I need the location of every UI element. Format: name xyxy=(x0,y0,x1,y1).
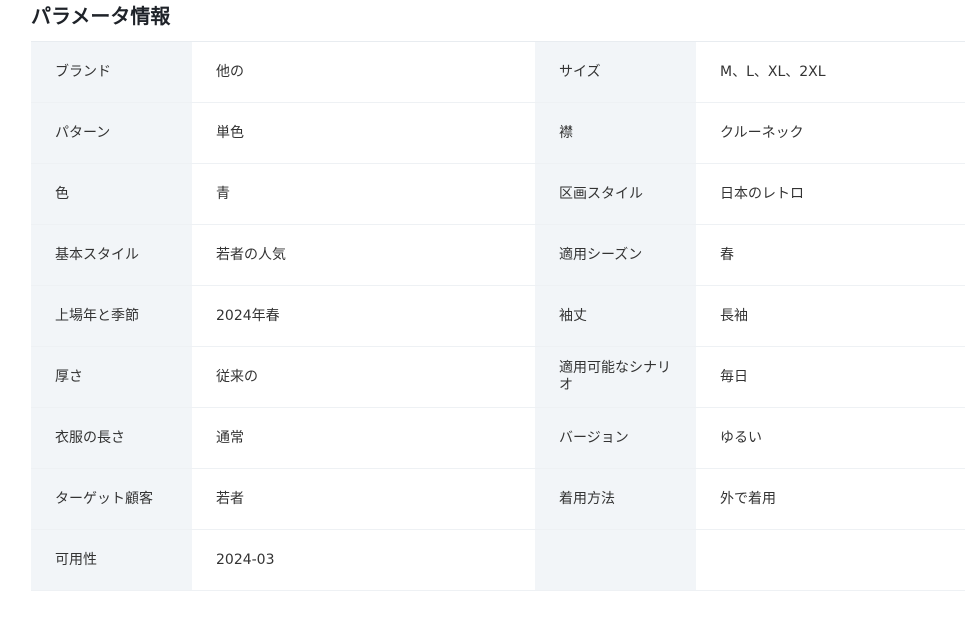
param-value: 従来の xyxy=(192,347,535,407)
param-value: 通常 xyxy=(192,408,535,468)
table-row: ターゲット顧客 若者 着用方法 外で着用 xyxy=(31,469,965,530)
param-value: 長袖 xyxy=(696,286,965,346)
param-key: 基本スタイル xyxy=(31,225,192,285)
table-row: 衣服の長さ 通常 バージョン ゆるい xyxy=(31,408,965,469)
param-key: 上場年と季節 xyxy=(31,286,192,346)
param-key: 可用性 xyxy=(31,530,192,590)
table-row: 可用性 2024-03 xyxy=(31,530,965,591)
param-value xyxy=(696,530,965,590)
param-key: 袖丈 xyxy=(535,286,696,346)
table-row: パターン 単色 襟 クルーネック xyxy=(31,103,965,164)
param-key: 適用可能なシナリオ xyxy=(535,347,696,407)
param-key: 色 xyxy=(31,164,192,224)
param-value: 青 xyxy=(192,164,535,224)
param-value: 日本のレトロ xyxy=(696,164,965,224)
param-value: 2024年春 xyxy=(192,286,535,346)
param-key: パターン xyxy=(31,103,192,163)
param-key xyxy=(535,530,696,590)
param-value: 若者 xyxy=(192,469,535,529)
param-value: クルーネック xyxy=(696,103,965,163)
table-row: 厚さ 従来の 適用可能なシナリオ 毎日 xyxy=(31,347,965,408)
param-value: 2024-03 xyxy=(192,530,535,590)
param-value: M、L、XL、2XL xyxy=(696,42,965,102)
param-value: 単色 xyxy=(192,103,535,163)
param-value: 外で着用 xyxy=(696,469,965,529)
table-row: 基本スタイル 若者の人気 適用シーズン 春 xyxy=(31,225,965,286)
param-key: 区画スタイル xyxy=(535,164,696,224)
table-row: 色 青 区画スタイル 日本のレトロ xyxy=(31,164,965,225)
param-key: ブランド xyxy=(31,42,192,102)
table-row: ブランド 他の サイズ M、L、XL、2XL xyxy=(31,42,965,103)
param-key: 厚さ xyxy=(31,347,192,407)
param-key: バージョン xyxy=(535,408,696,468)
section-title: パラメータ情報 xyxy=(31,4,171,28)
param-value: 春 xyxy=(696,225,965,285)
param-key: 着用方法 xyxy=(535,469,696,529)
param-value: 毎日 xyxy=(696,347,965,407)
param-value: ゆるい xyxy=(696,408,965,468)
param-key: ターゲット顧客 xyxy=(31,469,192,529)
parameter-table: ブランド 他の サイズ M、L、XL、2XL パターン 単色 襟 クルーネック … xyxy=(31,41,965,591)
param-key: サイズ xyxy=(535,42,696,102)
param-key: 適用シーズン xyxy=(535,225,696,285)
table-row: 上場年と季節 2024年春 袖丈 長袖 xyxy=(31,286,965,347)
param-value: 若者の人気 xyxy=(192,225,535,285)
param-key: 衣服の長さ xyxy=(31,408,192,468)
param-key: 襟 xyxy=(535,103,696,163)
param-value: 他の xyxy=(192,42,535,102)
